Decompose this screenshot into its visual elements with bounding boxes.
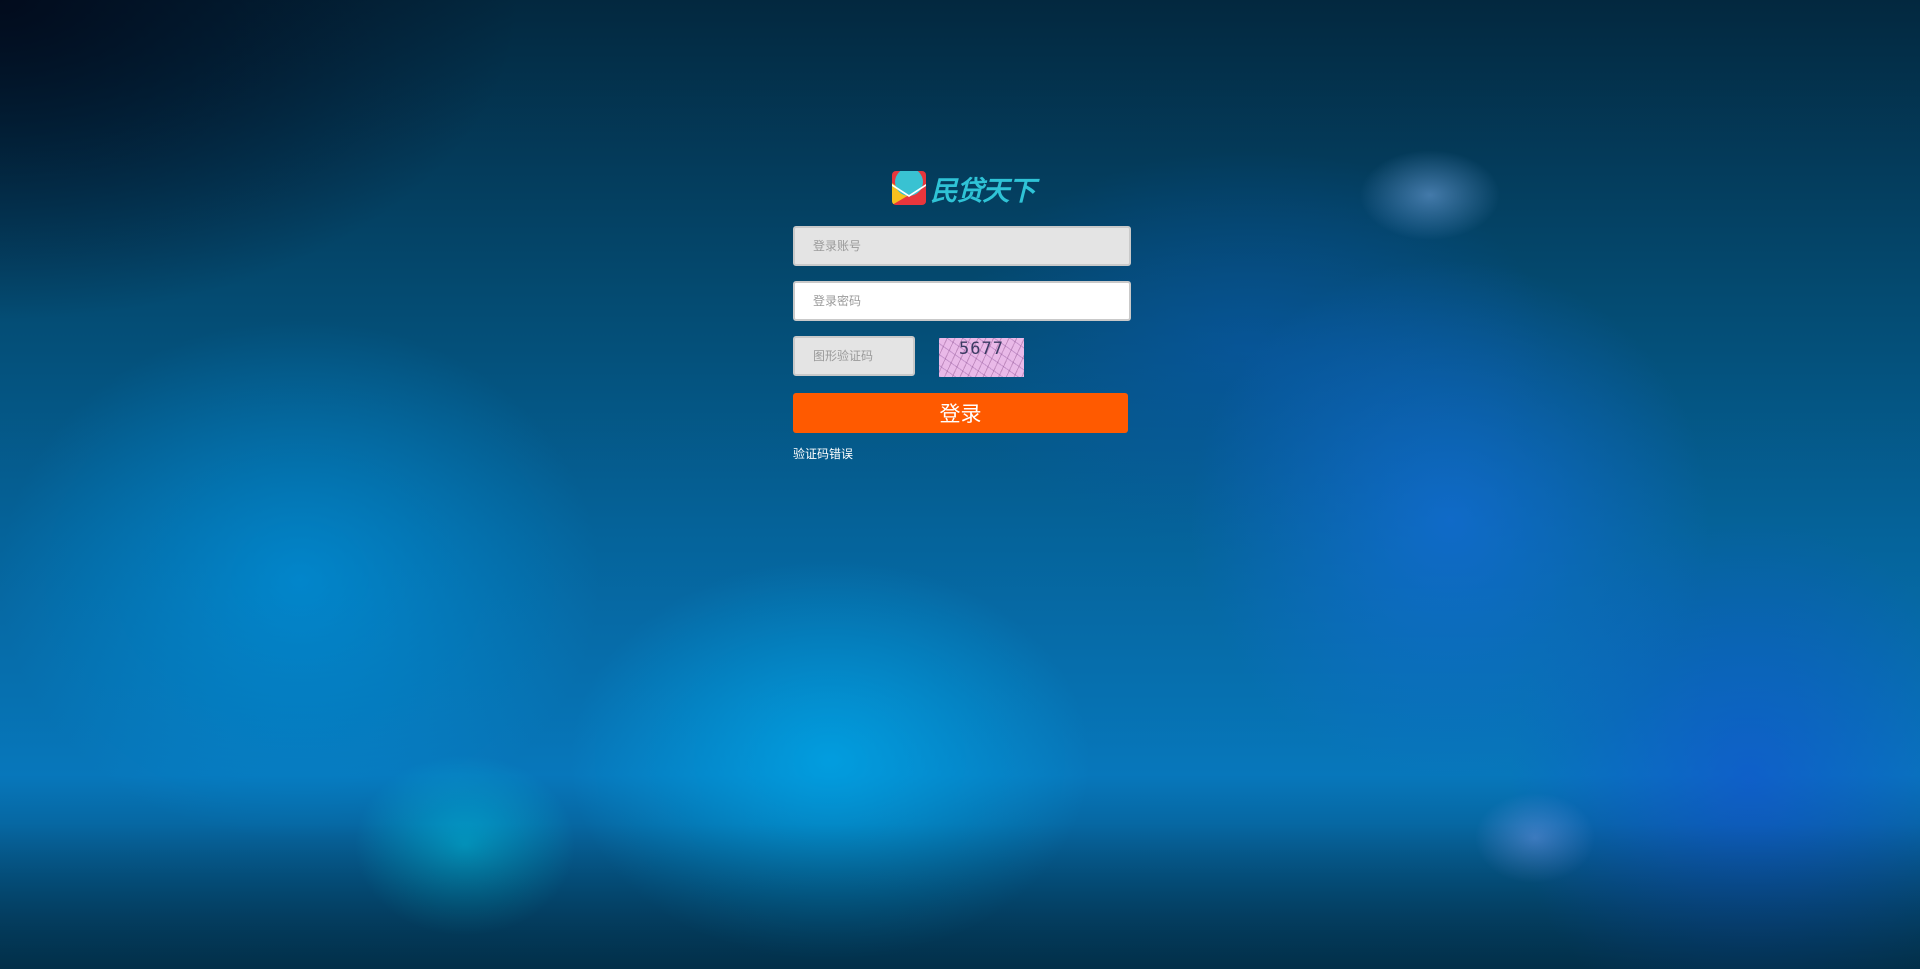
captcha-image-text: 5677	[959, 339, 1004, 359]
background-overlay	[0, 0, 1920, 969]
captcha-input[interactable]	[793, 336, 915, 376]
brand-name: 民贷天下	[930, 175, 1036, 206]
captcha-image[interactable]: 5677	[939, 338, 1024, 377]
error-message: 验证码错误	[793, 447, 854, 461]
account-input[interactable]	[793, 226, 1131, 266]
minxiu-logo-icon	[891, 171, 926, 205]
brand-logo: 民贷天下	[795, 168, 1131, 208]
login-panel: 民贷天下 5677 登录 验证码错误	[793, 168, 1131, 461]
login-button[interactable]: 登录	[793, 393, 1128, 433]
password-input[interactable]	[793, 281, 1131, 321]
